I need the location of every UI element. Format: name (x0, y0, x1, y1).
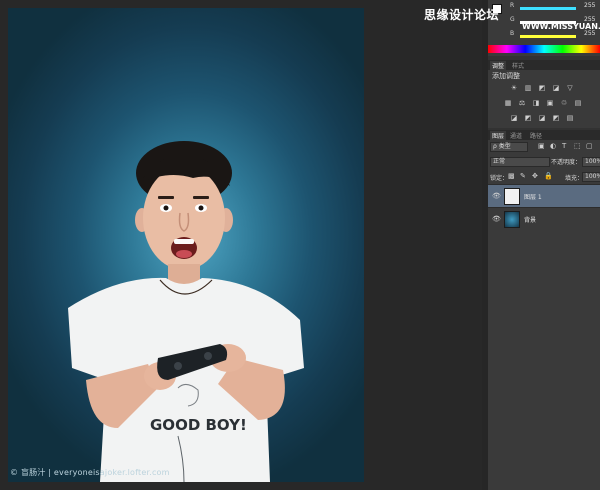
document-canvas-image[interactable]: GOOD BOY! (8, 8, 364, 482)
photo-watermark: © 盲肠汁 | everyoneisajoker.lofter.com (10, 468, 170, 477)
slider-r-track[interactable] (520, 7, 576, 10)
layer-filter-select[interactable]: ρ 类型 (490, 142, 528, 152)
posterize-icon[interactable]: ◩ (524, 114, 532, 122)
photo-filter-icon[interactable]: ▣ (546, 99, 554, 107)
layer-name[interactable]: 背景 (524, 215, 536, 224)
photo-subject: GOOD BOY! (68, 141, 304, 482)
opacity-label: 不透明度： (551, 159, 582, 166)
black-white-icon[interactable]: ◨ (532, 99, 540, 107)
lock-transparent-icon[interactable]: ▩ (508, 172, 515, 180)
curves-icon[interactable]: ◩ (538, 84, 546, 92)
fill-label: 填充： (565, 175, 584, 182)
slider-b-track[interactable] (520, 35, 576, 38)
invert-icon[interactable]: ◪ (510, 114, 518, 122)
adjustments-title: 添加调整 (492, 72, 520, 80)
levels-icon[interactable]: ▥ (524, 84, 532, 92)
lock-all-icon[interactable]: 🔒 (544, 172, 553, 180)
lock-label: 锁定： (490, 175, 509, 182)
threshold-icon[interactable]: ◪ (538, 114, 546, 122)
hue-saturation-icon[interactable]: ▦ (504, 99, 512, 107)
layer-row[interactable]: 👁 背景 (488, 207, 600, 230)
layer-thumbnail (504, 188, 520, 205)
site-overlay-en: WWW.MISSYUAN.COM (522, 22, 600, 31)
lock-image-icon[interactable]: ✎ (520, 172, 526, 180)
smart-filter-icon[interactable]: ▢ (586, 142, 593, 150)
tab-paths[interactable]: 路径 (528, 131, 544, 140)
type-filter-icon[interactable]: T (562, 142, 566, 150)
adjust-filter-icon[interactable]: ◐ (550, 142, 556, 150)
slider-b[interactable]: B 255 (488, 30, 600, 42)
channel-mixer-icon[interactable]: ♲ (560, 99, 568, 107)
pixel-filter-icon[interactable]: ▣ (538, 142, 545, 150)
exposure-icon[interactable]: ◪ (552, 84, 560, 92)
tab-layers[interactable]: 图层 (490, 131, 507, 140)
layer-row[interactable]: 👁 图层 1 (488, 184, 600, 207)
opacity-input[interactable]: 100% (582, 157, 600, 167)
color-balance-icon[interactable]: ⚖ (518, 99, 526, 107)
vibrance-icon[interactable]: ▽ (566, 84, 574, 92)
slider-r-label: R (510, 2, 515, 9)
visibility-eye-icon[interactable]: 👁 (492, 192, 501, 200)
fill-input[interactable]: 100% (582, 172, 600, 182)
gradient-map-icon[interactable]: ◩ (552, 114, 560, 122)
layers-tabbar: 图层 通道 路径 (488, 130, 600, 140)
site-overlay-cn: 思缘设计论坛 (424, 8, 500, 22)
slider-r[interactable]: R 255 (488, 2, 600, 14)
layer-name[interactable]: 图层 1 (524, 192, 542, 201)
brightness-icon[interactable]: ☀ (510, 84, 518, 92)
visibility-eye-icon[interactable]: 👁 (492, 215, 501, 223)
tab-styles[interactable]: 样式 (510, 61, 526, 70)
tab-channels[interactable]: 通道 (508, 131, 524, 140)
adjust-tabbar: 调整 样式 (488, 60, 600, 70)
tab-adjustments[interactable]: 调整 (490, 61, 507, 70)
layer-thumbnail (504, 211, 520, 228)
lock-position-icon[interactable]: ✥ (532, 172, 538, 180)
slider-g-label: G (510, 16, 515, 23)
svg-text:GOOD BOY!: GOOD BOY! (150, 416, 247, 434)
color-lookup-icon[interactable]: ▤ (574, 99, 582, 107)
color-spectrum-bar[interactable] (488, 45, 600, 53)
blend-mode-select[interactable]: 正常 (490, 157, 550, 167)
slider-b-label: B (510, 30, 515, 37)
slider-b-value[interactable]: 255 (584, 30, 595, 37)
slider-r-value[interactable]: 255 (584, 2, 595, 9)
shape-filter-icon[interactable]: ⬚ (574, 142, 581, 150)
selective-color-icon[interactable]: ▤ (566, 114, 574, 122)
